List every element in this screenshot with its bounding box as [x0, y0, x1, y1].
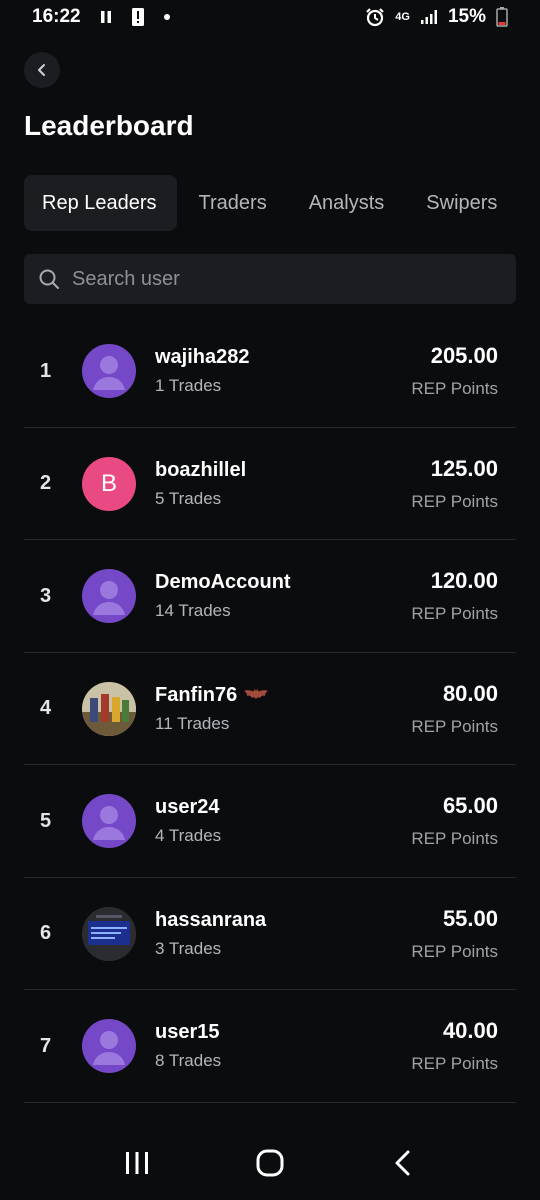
rep-points-label: REP Points [411, 941, 498, 961]
status-right: 4G 15% [365, 6, 508, 28]
leader-row[interactable]: 2 B boazhillel 5 Trades 125.00 REP Point… [24, 428, 516, 540]
avatar-photo [82, 906, 136, 961]
back-button[interactable] [24, 52, 60, 88]
trade-count: 5 Trades [155, 488, 222, 508]
avatar [82, 344, 136, 398]
user-placeholder-icon [93, 356, 125, 390]
leader-row[interactable]: 7 user15 8 Trades 40.00 REP Points [24, 990, 516, 1103]
bat-icon [244, 689, 269, 699]
username: Fanfin76 [155, 684, 269, 707]
username: DemoAccount [155, 571, 291, 593]
rep-points-label: REP Points [411, 1054, 498, 1073]
recent-apps-button[interactable] [107, 1133, 167, 1193]
battery-percent: 15% [447, 6, 486, 27]
trade-count: 3 Trades [155, 938, 222, 958]
username: wajiha282 [155, 346, 250, 368]
leader-row[interactable]: 4 Fanfin76 11 Trades 80.00 REP Points [24, 653, 516, 765]
battery-icon [496, 7, 508, 27]
tab-swipers[interactable]: Swipers [408, 175, 517, 231]
rank-number: 1 [40, 359, 52, 382]
rank-number: 6 [40, 922, 52, 944]
leader-row[interactable]: 5 user24 4 Trades 65.00 REP Points [24, 765, 516, 878]
system-back-button[interactable] [373, 1133, 433, 1193]
tab-analysts[interactable]: Analysts [291, 175, 405, 231]
rep-points-label: REP Points [411, 829, 498, 848]
search-input[interactable] [72, 267, 492, 291]
avatar [82, 569, 136, 623]
avatar [82, 1019, 136, 1073]
username: user15 [155, 1021, 220, 1043]
search-icon [39, 269, 59, 289]
trade-count: 4 Trades [155, 826, 222, 845]
rank-number: 2 [40, 472, 52, 494]
leader-row[interactable]: 3 DemoAccount 14 Trades 120.00 REP Point… [24, 540, 516, 653]
avatar: B [82, 456, 136, 511]
search-bar[interactable] [24, 254, 516, 304]
chevron-left-icon [38, 64, 45, 76]
trade-count: 8 Trades [155, 1051, 222, 1070]
status-left: 16:22 [32, 6, 171, 28]
username: hassanrana [155, 908, 267, 931]
rep-points-value: 55.00 [442, 905, 498, 931]
signal-icon [420, 9, 438, 25]
trade-count: 11 Trades [155, 713, 230, 733]
leaderboard-list: 1 wajiha282 1 Trades 205.00 REP Points 2… [24, 315, 516, 1103]
rep-points-value: 80.00 [442, 680, 498, 706]
photo-thumbnail-icon [82, 681, 136, 736]
recent-apps-icon [125, 1151, 148, 1174]
pause-icon [99, 10, 113, 24]
system-nav-bar [0, 1125, 540, 1200]
rep-points-value: 40.00 [442, 1018, 498, 1043]
trade-count: 1 Trades [155, 376, 222, 395]
home-icon [256, 1149, 284, 1176]
rank-number: 3 [40, 584, 52, 607]
leader-row[interactable]: 6 hassanrana 3 Trades 55.00 REP Points [24, 878, 516, 990]
rep-points-label: REP Points [411, 379, 498, 398]
user-placeholder-icon [93, 581, 125, 615]
username: user24 [155, 796, 220, 818]
user-placeholder-icon [93, 1031, 125, 1065]
alert-icon [131, 7, 145, 27]
tab-rep-leaders[interactable]: Rep Leaders [24, 175, 177, 231]
rep-points-value: 205.00 [430, 343, 498, 368]
rep-points-label: REP Points [411, 716, 498, 736]
tab-traders[interactable]: Traders [181, 175, 287, 231]
leader-row[interactable]: 1 wajiha282 1 Trades 205.00 REP Points [24, 315, 516, 428]
user-placeholder-icon [93, 806, 125, 840]
dot-icon [163, 13, 171, 21]
network-label: 4G [395, 10, 410, 23]
back-icon [395, 1150, 410, 1175]
rep-points-label: REP Points [411, 491, 498, 511]
tab-bar: Rep Leaders Traders Analysts Swipers [24, 175, 540, 231]
page-title: Leaderboard [24, 110, 194, 141]
trade-count: 14 Trades [155, 601, 231, 620]
rep-points-value: 125.00 [430, 455, 498, 481]
home-button[interactable] [240, 1133, 300, 1193]
screen-thumbnail-icon [82, 906, 136, 961]
rank-number: 7 [40, 1034, 52, 1057]
avatar [82, 794, 136, 848]
rep-points-label: REP Points [411, 604, 498, 623]
status-time: 16:22 [32, 6, 81, 27]
status-bar: 16:22 4G 15% [0, 0, 540, 34]
alarm-icon [365, 7, 385, 27]
rep-points-value: 120.00 [430, 568, 498, 593]
avatar-photo [82, 681, 136, 736]
leaderboard-screen: 16:22 4G 15% Leaderboard Rep Leaders Tra… [0, 0, 540, 1200]
rank-number: 5 [40, 809, 52, 832]
rank-number: 4 [40, 697, 52, 719]
rep-points-value: 65.00 [442, 793, 498, 818]
username: boazhillel [155, 458, 247, 481]
avatar-letter: B [100, 469, 117, 497]
